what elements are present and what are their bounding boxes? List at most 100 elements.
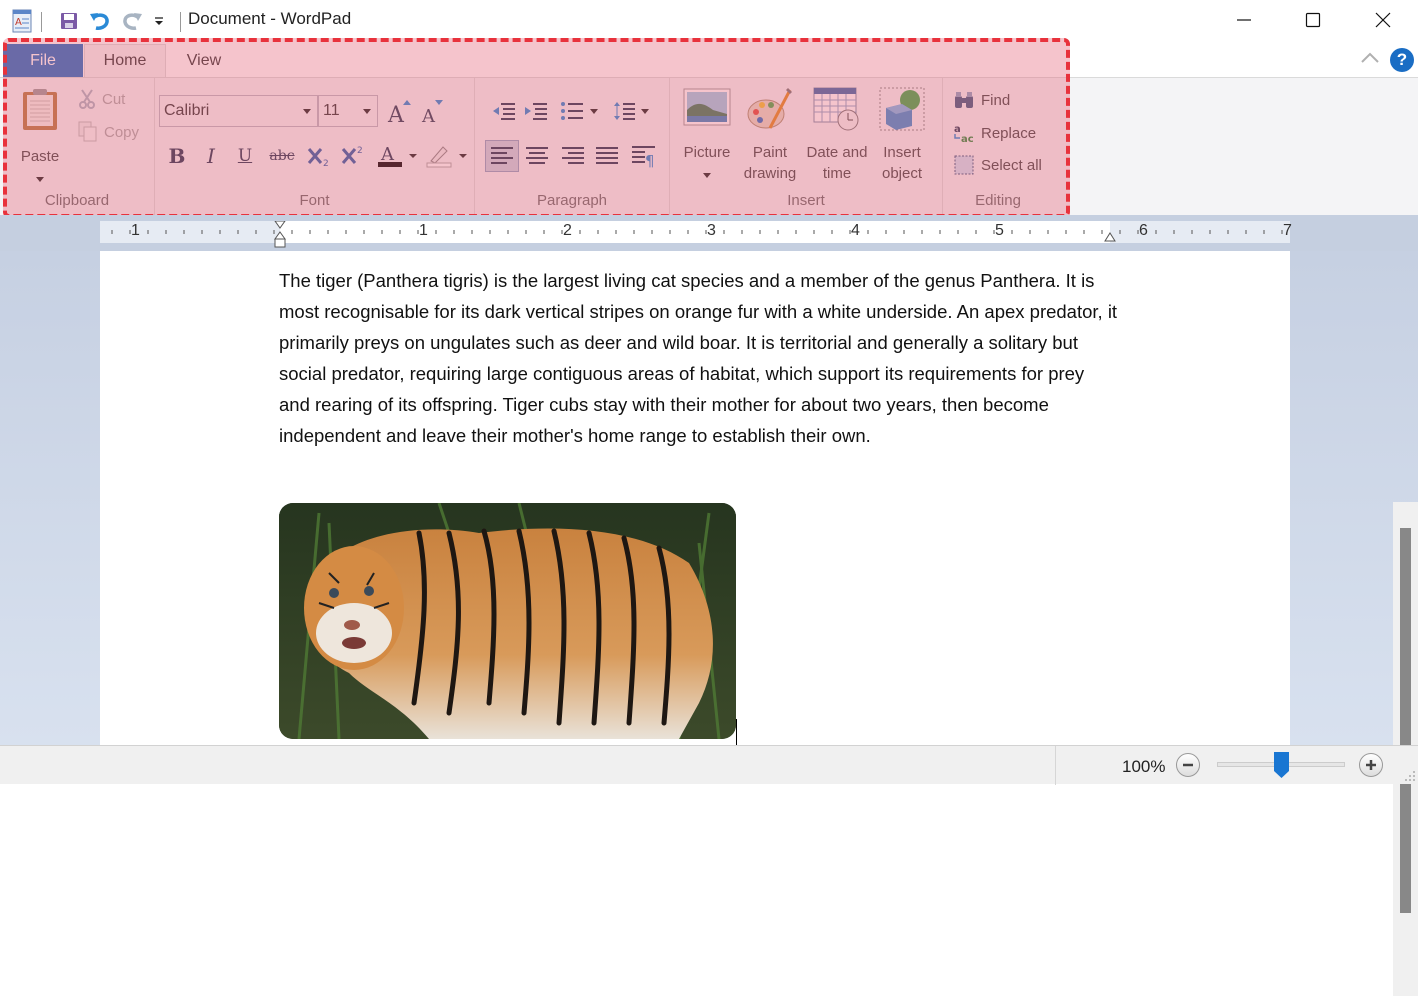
superscript-button[interactable]: 2 — [339, 143, 367, 169]
justify-icon — [596, 147, 618, 164]
resize-grip-icon[interactable] — [1404, 770, 1416, 782]
svg-text:2: 2 — [357, 146, 363, 156]
ruler[interactable]: 1 1 2 3 4 5 6 7 — [100, 221, 1292, 248]
chevron-down-icon — [590, 108, 598, 114]
tab-home[interactable]: Home — [84, 44, 166, 77]
insert-picture-button[interactable]: Picture — [676, 86, 738, 182]
document-workspace: The tiger (Panthera tigris) is the large… — [0, 251, 1418, 996]
paint-drawing-label-line2: drawing — [743, 165, 797, 182]
insert-object-label-line2: object — [881, 165, 923, 182]
text-cursor — [736, 719, 737, 745]
wordpad-app-icon[interactable]: A — [10, 8, 34, 34]
insert-object-button[interactable]: Insert object — [872, 86, 932, 184]
picture-icon — [683, 88, 731, 126]
window-title: Document - WordPad — [188, 9, 352, 28]
zoom-in-button[interactable] — [1359, 753, 1383, 777]
align-right-button[interactable] — [561, 146, 585, 170]
font-group-label: Font — [299, 192, 330, 209]
paste-dropdown-icon — [36, 177, 44, 182]
increase-indent-button[interactable] — [523, 100, 549, 126]
insert-object-icon — [879, 87, 925, 131]
replace-button[interactable]: a ac Replace — [953, 122, 1036, 144]
paragraph-mark-icon: ¶ — [632, 146, 655, 170]
right-indent-marker-icon[interactable] — [1104, 231, 1116, 243]
paragraph-group-label: Paragraph — [536, 192, 608, 209]
collapse-ribbon-button[interactable] — [1360, 50, 1380, 69]
grow-font-button[interactable]: A — [387, 98, 415, 128]
shrink-font-button[interactable]: A — [420, 98, 448, 127]
cut-button[interactable]: Cut — [78, 88, 125, 110]
paragraph-settings-button[interactable]: ¶ — [631, 144, 657, 172]
decrease-indent-button[interactable] — [491, 100, 517, 126]
font-family-value: Calibri — [164, 102, 210, 119]
bullet-list-icon — [561, 102, 583, 120]
close-button[interactable] — [1348, 0, 1418, 40]
zoom-level-text: 100% — [1122, 757, 1166, 776]
insert-group-label: Insert — [787, 192, 825, 209]
paint-palette-icon — [747, 88, 792, 129]
paste-button[interactable]: Paste — [14, 86, 66, 186]
separator — [180, 12, 181, 32]
indent-marker-icon[interactable] — [274, 221, 286, 249]
font-color-button[interactable]: A — [375, 143, 419, 169]
select-all-icon — [954, 155, 974, 175]
ruler-label: 6 — [1139, 222, 1148, 239]
find-button[interactable]: Find — [953, 90, 1010, 110]
date-time-button[interactable]: Date and time — [802, 86, 872, 184]
highlight-color-button[interactable] — [425, 143, 469, 169]
font-family-select[interactable]: Calibri — [159, 95, 318, 127]
paint-drawing-button[interactable]: Paint drawing — [738, 86, 802, 184]
align-left-button[interactable] — [485, 140, 519, 172]
bold-button[interactable]: B — [163, 143, 191, 169]
font-size-select[interactable]: 11 — [318, 95, 378, 127]
date-time-label-line1: Date and — [806, 144, 868, 161]
undo-icon[interactable] — [88, 8, 112, 34]
strikethrough-button[interactable]: abc — [265, 143, 299, 169]
tab-file[interactable]: File — [3, 44, 83, 77]
clipboard-group: Paste Cut Copy Clipboard — [0, 78, 155, 215]
tiger-image[interactable] — [279, 503, 736, 739]
chevron-up-icon — [1361, 52, 1379, 63]
line-spacing-button[interactable] — [613, 100, 649, 122]
align-center-button[interactable] — [525, 146, 549, 170]
replace-label: Replace — [981, 124, 1037, 142]
align-left-icon — [491, 147, 513, 164]
paste-label: Paste — [20, 148, 60, 165]
customize-quick-access-icon[interactable] — [151, 8, 167, 34]
zoom-slider-thumb[interactable] — [1273, 752, 1289, 778]
redo-icon[interactable] — [120, 8, 144, 34]
save-icon[interactable] — [58, 8, 80, 34]
zoom-out-button[interactable] — [1176, 753, 1200, 777]
subscript-button[interactable]: 2 — [305, 143, 333, 169]
decrease-indent-icon — [493, 103, 515, 120]
document-paragraph[interactable]: The tiger (Panthera tigris) is the large… — [279, 265, 1119, 451]
bullets-button[interactable] — [560, 100, 598, 122]
calendar-clock-icon — [813, 87, 859, 131]
paint-drawing-label-line1: Paint — [752, 144, 788, 161]
svg-text:A: A — [387, 103, 405, 126]
title-bar: A Document - WordPad — [0, 0, 1418, 40]
help-button[interactable]: ? — [1390, 48, 1414, 72]
select-all-button[interactable]: Select all — [953, 154, 1042, 176]
tiger-picture — [279, 503, 736, 739]
editing-group-label: Editing — [975, 192, 1021, 209]
maximize-button[interactable] — [1278, 0, 1348, 40]
vertical-scrollbar-thumb[interactable] — [1400, 528, 1411, 913]
clipboard-group-label: Clipboard — [44, 192, 110, 209]
italic-button[interactable]: I — [197, 143, 225, 169]
superscript-icon: 2 — [341, 146, 363, 164]
ruler-label: 1 — [131, 222, 140, 239]
line-spacing-icon — [614, 102, 635, 120]
ribbon: Paste Cut Copy Clipboard Calibri 11 A A … — [0, 78, 1418, 215]
insert-object-label-line1: Insert — [883, 144, 921, 161]
justify-button[interactable] — [595, 146, 619, 170]
tab-view[interactable]: View — [168, 44, 240, 77]
copy-button[interactable]: Copy — [78, 121, 139, 143]
insert-group: Picture Paint drawing Date and time Inse… — [670, 78, 943, 215]
underline-button[interactable]: U — [231, 143, 259, 169]
svg-text:A: A — [421, 106, 436, 126]
status-divider — [1055, 746, 1056, 785]
align-center-icon — [526, 147, 548, 164]
minimize-button[interactable] — [1209, 0, 1279, 40]
document-page[interactable]: The tiger (Panthera tigris) is the large… — [100, 251, 1290, 745]
